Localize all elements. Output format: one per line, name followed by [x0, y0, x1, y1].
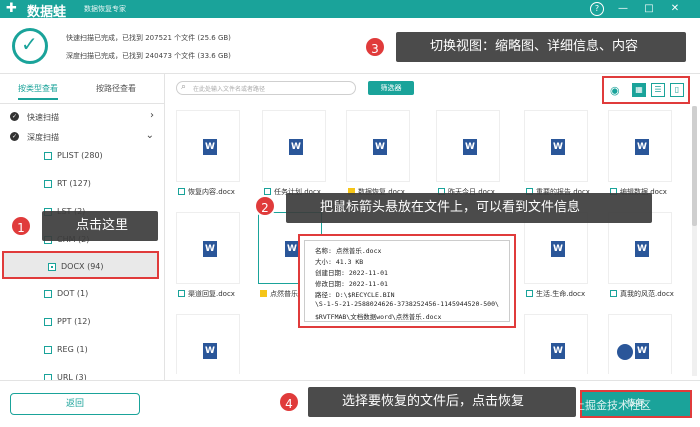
close-button[interactable]: ✕: [668, 2, 682, 16]
checkbox[interactable]: [44, 180, 52, 188]
word-doc-icon: W: [463, 139, 477, 155]
word-doc-icon: W: [551, 241, 565, 257]
list-view-icon[interactable]: ☰: [651, 83, 665, 97]
word-doc-icon: W: [203, 139, 217, 155]
filter-button[interactable]: 筛选器: [368, 81, 414, 95]
word-doc-icon: W: [635, 139, 649, 155]
checkbox[interactable]: [44, 290, 52, 298]
word-doc-icon: W: [203, 241, 217, 257]
tooltip-path: 路径: D:\$RECYCLE.BIN: [315, 291, 395, 299]
logo-plus-icon: ✚: [6, 1, 17, 16]
checkbox[interactable]: [178, 290, 185, 297]
search-input[interactable]: ⌕ 在此处输入文件名或者路径: [176, 81, 356, 95]
tooltip-body: 名称: 点然普乐.docx 大小: 41.3 KB 创建日期: 2022-11-…: [304, 240, 510, 322]
type-item-docx[interactable]: DOCX (94): [2, 251, 159, 279]
minimize-button[interactable]: —: [616, 2, 630, 16]
type-item-dot[interactable]: DOT (1): [0, 280, 160, 308]
tooltip-size: 大小: 41.3 KB: [315, 258, 364, 266]
sidebar-tabs: 按类型查看 按路径查看: [0, 74, 164, 104]
step-badge-1: 1: [10, 215, 32, 237]
check-dot-icon: ✓: [10, 112, 19, 121]
check-dot-icon: ✓: [10, 132, 19, 141]
checkbox[interactable]: [44, 346, 52, 354]
checkbox[interactable]: [44, 152, 52, 160]
word-doc-icon: W: [551, 343, 565, 359]
callout-4: 选择要恢复的文件后，点击恢复: [308, 387, 576, 417]
eye-icon[interactable]: ◉: [610, 84, 626, 97]
grid-view-icon[interactable]: ▦: [632, 83, 646, 97]
file-info-tooltip: 名称: 点然普乐.docx 大小: 41.3 KB 创建日期: 2022-11-…: [298, 234, 516, 328]
app-subtitle: 数据恢复专家: [84, 5, 126, 13]
back-button[interactable]: 返回: [10, 393, 140, 415]
word-doc-icon: W: [289, 139, 303, 155]
tooltip-name: 名称: 点然普乐.docx: [315, 247, 382, 255]
checkbox[interactable]: [260, 290, 267, 297]
checkbox[interactable]: [610, 290, 617, 297]
step-badge-2: 2: [254, 195, 276, 217]
word-doc-icon: W: [635, 343, 649, 359]
type-item-rt[interactable]: RT (127): [0, 170, 160, 198]
type-item-plist[interactable]: PLIST (280): [0, 142, 160, 170]
word-doc-icon: W: [203, 343, 217, 359]
check-circle-icon: ✓: [12, 28, 48, 64]
type-item-ppt[interactable]: PPT (12): [0, 308, 160, 336]
scrollbar[interactable]: [692, 106, 697, 376]
file-tile[interactable]: W: [172, 314, 244, 374]
tree-item-fast-scan[interactable]: ✓ 快速扫描 ›: [0, 106, 160, 128]
type-item-url[interactable]: URL (3): [0, 364, 160, 382]
tab-by-type[interactable]: 按类型查看: [18, 83, 58, 100]
checkbox[interactable]: [44, 318, 52, 326]
fast-scan-status: 快速扫描已完成，已找到 207521 个文件 (25.6 GB): [66, 34, 231, 42]
avatar: [617, 344, 633, 360]
search-icon: ⌕: [181, 82, 187, 92]
callout-3: 切换视图：缩略图、详细信息、内容: [396, 32, 686, 62]
chevron-down-icon[interactable]: ⌄: [146, 130, 154, 141]
view-switcher: ◉ ▦ ☰ ▯: [602, 76, 690, 104]
tooltip-created: 创建日期: 2022-11-01: [315, 269, 388, 277]
checkbox[interactable]: [178, 188, 185, 195]
checkbox[interactable]: [48, 263, 56, 271]
type-item-reg[interactable]: REG (1): [0, 336, 160, 364]
deep-scan-status: 深度扫描已完成，已找到 240473 个文件 (33.6 GB): [66, 52, 231, 60]
scrollbar-thumb[interactable]: [692, 106, 697, 226]
checkbox[interactable]: [264, 188, 271, 195]
word-doc-icon: W: [635, 241, 649, 257]
callout-1: 点击这里: [42, 211, 158, 241]
word-doc-icon: W: [373, 139, 387, 155]
title-bar: ✚ 数据蛙 数据恢复专家 ? — □ ✕: [0, 0, 700, 20]
maximize-button[interactable]: □: [642, 2, 656, 16]
word-doc-icon: W: [551, 139, 565, 155]
checkbox[interactable]: [526, 290, 533, 297]
callout-2: 把鼠标箭头悬放在文件上，可以看到文件信息: [286, 193, 652, 223]
tooltip-modified: 修改日期: 2022-11-01: [315, 280, 388, 288]
search-placeholder: 在此处输入文件名或者路径: [193, 86, 266, 93]
step-badge-3: 3: [364, 36, 386, 58]
help-icon[interactable]: ?: [590, 2, 604, 16]
tooltip-path-cont: \S-1-5-21-2588024626-3738252456-11459445…: [315, 300, 499, 308]
file-browser: ⌕ 在此处输入文件名或者路径 筛选器 ◉ ▦ ☰ ▯ W 恢复内容.docx W任…: [166, 74, 700, 380]
step-badge-4: 4: [278, 391, 300, 413]
content-view-icon[interactable]: ▯: [670, 83, 684, 97]
word-doc-icon: W: [285, 241, 299, 257]
file-tile[interactable]: W: [520, 314, 592, 374]
file-tile[interactable]: W: [604, 314, 676, 374]
tooltip-path-cont: $RVTFMAB\文档数据word\点然普乐.docx: [315, 313, 442, 321]
tab-by-path[interactable]: 按路径查看: [96, 83, 136, 94]
chevron-right-icon[interactable]: ›: [150, 110, 154, 121]
